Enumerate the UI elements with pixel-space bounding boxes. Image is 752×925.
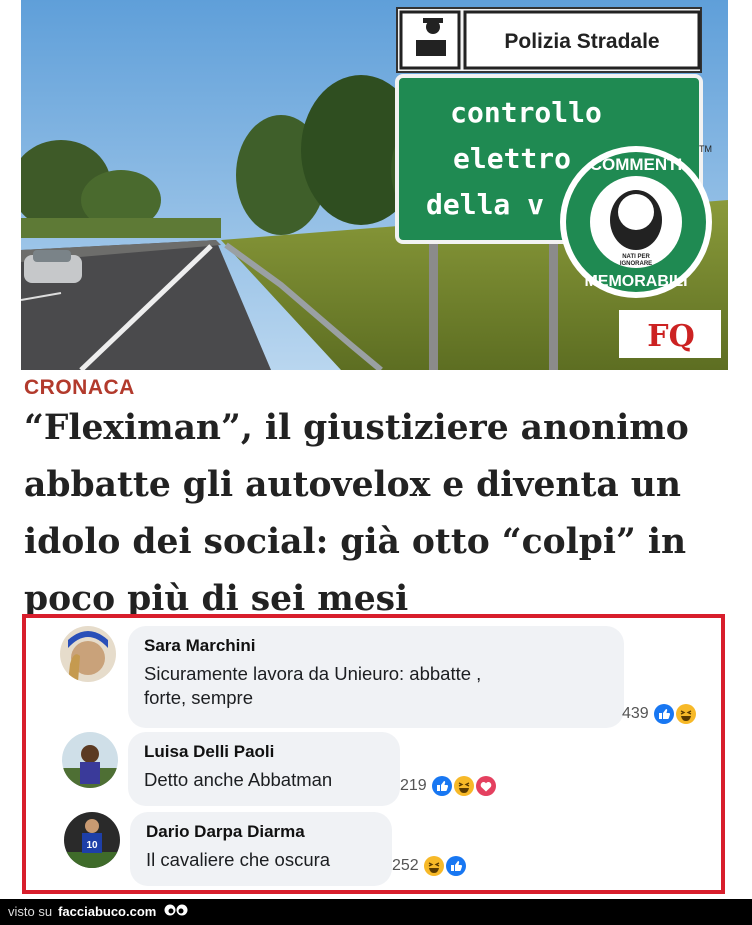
sign-line-2: elettro xyxy=(453,142,571,175)
article-hero-image: Polizia Stradale controllo elettro della… xyxy=(21,0,728,370)
footer-prefix: visto su xyxy=(8,904,53,919)
comment-text: forte, sempre xyxy=(144,687,253,708)
haha-reaction-icon xyxy=(423,856,444,876)
comment-author[interactable]: Dario Darpa Diarma xyxy=(146,822,376,842)
footer-bar: visto su facciabuco.com xyxy=(0,899,752,925)
avatar[interactable] xyxy=(62,732,118,788)
reaction-summary[interactable]: 439 xyxy=(622,704,696,724)
haha-reaction-icon xyxy=(675,704,696,724)
svg-text:10: 10 xyxy=(86,840,98,851)
like-reaction-icon xyxy=(431,776,452,796)
comment-bubble: Sara Marchini Sicuramente lavora da Unie… xyxy=(128,626,624,728)
badge-small-text-1: NATI PER xyxy=(622,254,650,260)
fq-logo: FQ xyxy=(619,310,721,358)
reaction-summary[interactable]: 252 xyxy=(392,856,466,876)
reaction-count: 439 xyxy=(622,705,649,722)
comment-author[interactable]: Luisa Delli Paoli xyxy=(144,742,384,762)
comment-author[interactable]: Sara Marchini xyxy=(144,636,608,656)
comment-text: Sicuramente lavora da Unieuro: abbatte , xyxy=(144,663,482,684)
badge-bottom-text: MEMORABILI xyxy=(584,273,687,290)
comment-text: Il cavaliere che oscura xyxy=(146,849,331,870)
reaction-count: 219 xyxy=(400,777,427,794)
like-reaction-icon xyxy=(653,704,674,724)
eyes-icon xyxy=(164,904,188,916)
badge-small-text-2: IGNORARE xyxy=(620,261,652,267)
like-reaction-icon xyxy=(445,856,466,876)
badge-top-text: COMMENTI xyxy=(590,155,683,174)
badge-tm-text: TM xyxy=(699,144,712,154)
footer-credit[interactable]: visto su facciabuco.com xyxy=(8,904,156,919)
sign-line-3: della v xyxy=(426,188,544,221)
comment-bubble: Luisa Delli Paoli Detto anche Abbatman xyxy=(128,732,400,806)
reaction-count: 252 xyxy=(392,857,419,874)
comment-text: Detto anche Abbatman xyxy=(144,769,333,790)
avatar[interactable] xyxy=(60,626,116,682)
fq-logo-text: FQ xyxy=(647,319,694,354)
love-reaction-icon xyxy=(475,776,496,796)
comments-highlight-box: Sara Marchini Sicuramente lavora da Unie… xyxy=(22,614,725,894)
sign-line-1: controllo xyxy=(450,96,602,129)
article-headline[interactable]: “Fleximan”, il giustiziere anonimo abbat… xyxy=(24,400,729,628)
article-category[interactable]: CRONACA xyxy=(24,376,135,400)
sign-header-text: Polizia Stradale xyxy=(504,30,659,53)
haha-reaction-icon xyxy=(453,776,474,796)
avatar[interactable]: 10 xyxy=(64,812,120,868)
comment-bubble: Dario Darpa Diarma Il cavaliere che oscu… xyxy=(130,812,392,886)
footer-brand[interactable]: facciabuco.com xyxy=(58,904,156,919)
reaction-summary[interactable]: 219 xyxy=(400,776,496,796)
